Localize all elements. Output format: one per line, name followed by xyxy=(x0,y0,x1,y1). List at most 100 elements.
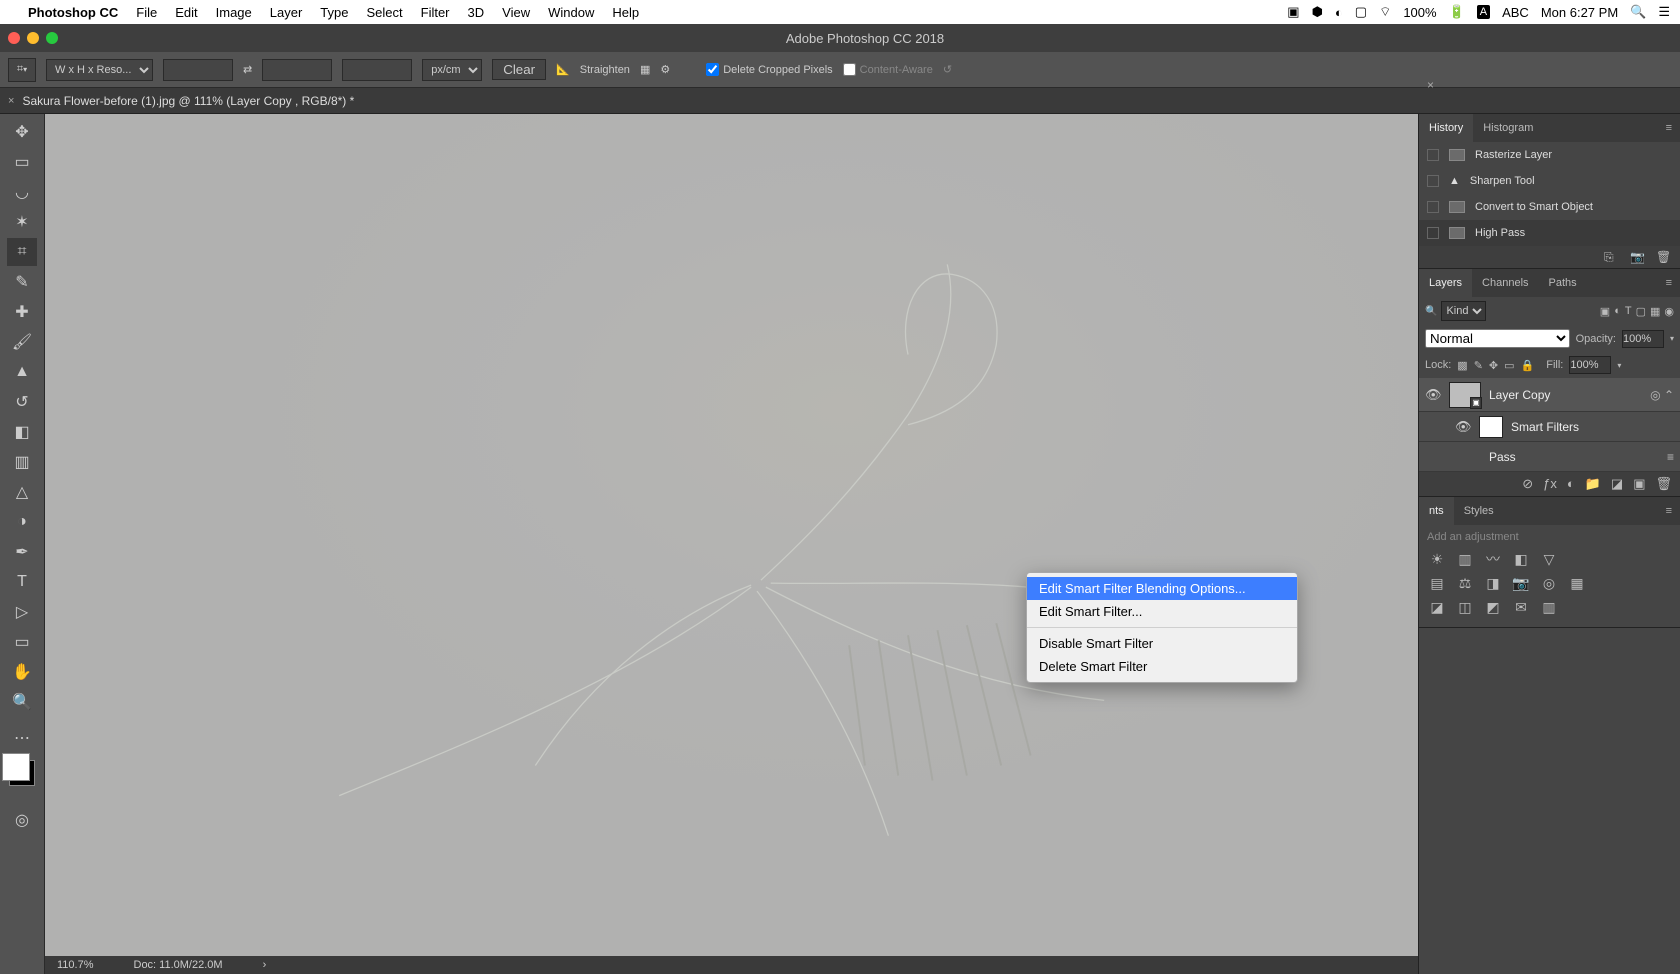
layer-row[interactable]: 👁 ▣ Layer Copy ◎ ⌃ xyxy=(1419,378,1680,412)
crop-options-icon[interactable]: ⚙ xyxy=(660,63,670,76)
zoom-level[interactable]: 110.7% xyxy=(57,959,94,971)
menu-view[interactable]: View xyxy=(502,5,530,20)
pen-tool[interactable]: ✒ xyxy=(7,538,37,566)
layer-thumbnail[interactable]: ▣ xyxy=(1449,382,1481,408)
threshold-icon[interactable]: ◩ xyxy=(1483,597,1503,617)
selective-color-icon[interactable]: ▥ xyxy=(1539,597,1559,617)
menu-help[interactable]: Help xyxy=(612,5,639,20)
hue-icon[interactable]: ▤ xyxy=(1427,573,1447,593)
layer-name[interactable]: Layer Copy xyxy=(1489,388,1550,402)
link-layers-icon[interactable]: ⊘ xyxy=(1522,476,1533,492)
crop-width-input[interactable] xyxy=(163,59,233,81)
creative-cloud-icon[interactable]: ◐ xyxy=(1335,5,1343,20)
invert-icon[interactable]: ◪ xyxy=(1427,597,1447,617)
color-balance-icon[interactable]: ⚖ xyxy=(1455,573,1475,593)
delete-state-icon[interactable]: 🗑 xyxy=(1656,250,1672,264)
crop-height-input[interactable] xyxy=(262,59,332,81)
clock[interactable]: Mon 6:27 PM xyxy=(1541,5,1618,20)
new-layer-icon[interactable]: ▣ xyxy=(1633,476,1645,492)
menu-image[interactable]: Image xyxy=(216,5,252,20)
menu-edit-blending-options[interactable]: Edit Smart Filter Blending Options... xyxy=(1027,577,1297,600)
filter-blending-icon[interactable]: ≡ xyxy=(1667,450,1674,464)
filter-toggle-icon[interactable]: ◉ xyxy=(1664,305,1674,318)
close-tab-icon[interactable]: × xyxy=(8,95,14,107)
canvas-area[interactable] xyxy=(45,114,1418,956)
tab-histogram[interactable]: Histogram xyxy=(1473,114,1543,142)
rectangle-tool[interactable]: ▭ xyxy=(7,628,37,656)
straighten-label[interactable]: Straighten xyxy=(580,64,630,76)
bw-icon[interactable]: ◨ xyxy=(1483,573,1503,593)
menu-file[interactable]: File xyxy=(136,5,157,20)
new-adjust-layer-icon[interactable]: ◪ xyxy=(1611,476,1623,492)
spotlight-icon[interactable]: 🔍 xyxy=(1630,4,1646,20)
filter-mask-thumbnail[interactable] xyxy=(1479,416,1503,438)
minimize-window-button[interactable] xyxy=(27,32,39,44)
smart-filter-item[interactable]: Pass ≡ xyxy=(1419,442,1680,472)
menu-edit-smart-filter[interactable]: Edit Smart Filter... xyxy=(1027,600,1297,623)
menu-layer[interactable]: Layer xyxy=(270,5,303,20)
menu-type[interactable]: Type xyxy=(320,5,348,20)
type-tool[interactable]: T xyxy=(7,568,37,596)
dropbox-icon[interactable]: ⬢ xyxy=(1312,4,1323,20)
clone-stamp-tool[interactable]: ▲ xyxy=(7,358,37,386)
move-tool[interactable]: ✥ xyxy=(7,118,37,146)
panel-group-close-icon[interactable]: × xyxy=(1427,78,1434,92)
edit-toolbar-icon[interactable]: ⋯ xyxy=(7,724,37,752)
tab-history[interactable]: History xyxy=(1419,114,1473,142)
doc-size[interactable]: Doc: 11.0M/22.0M xyxy=(134,959,223,971)
list-icon[interactable]: ☰ xyxy=(1658,4,1670,20)
eraser-tool[interactable]: ◧ xyxy=(7,418,37,446)
tab-layers[interactable]: Layers xyxy=(1419,269,1472,297)
resolution-unit-select[interactable]: px/cm xyxy=(422,59,482,81)
reset-crop-icon[interactable]: ↺ xyxy=(943,63,952,76)
aspect-ratio-preset[interactable]: W x H x Reso... xyxy=(46,59,153,81)
brightness-icon[interactable]: ☀ xyxy=(1427,549,1447,569)
tab-paths[interactable]: Paths xyxy=(1539,269,1587,297)
crop-resolution-input[interactable] xyxy=(342,59,412,81)
vibrance-icon[interactable]: ▽ xyxy=(1539,549,1559,569)
filter-visibility-icon[interactable]: 👁 xyxy=(1455,419,1471,435)
color-lookup-icon[interactable]: ▦ xyxy=(1567,573,1587,593)
gradient-map-icon[interactable]: ✉ xyxy=(1511,597,1531,617)
gradient-tool[interactable]: ▥ xyxy=(7,448,37,476)
tab-channels[interactable]: Channels xyxy=(1472,269,1538,297)
lock-all-icon[interactable]: 🔒 xyxy=(1521,359,1535,372)
path-select-tool[interactable]: ▷ xyxy=(7,598,37,626)
tab-adjustments[interactable]: nts xyxy=(1419,497,1454,525)
foreground-background-swatch[interactable] xyxy=(9,760,35,786)
layer-style-icon[interactable]: ƒx xyxy=(1543,476,1557,492)
app-name[interactable]: Photoshop CC xyxy=(28,5,118,20)
panel-menu-icon[interactable]: ≡ xyxy=(1658,505,1680,517)
document-tab[interactable]: × Sakura Flower-before (1).jpg @ 111% (L… xyxy=(8,94,354,108)
opacity-input[interactable] xyxy=(1622,330,1664,348)
snapshot-icon[interactable]: 📷 xyxy=(1630,250,1646,264)
history-item[interactable]: ▲Sharpen Tool xyxy=(1419,168,1680,194)
overlay-options-icon[interactable]: ▦ xyxy=(640,63,650,76)
status-flyout-icon[interactable]: › xyxy=(263,959,267,971)
hand-tool[interactable]: ✋ xyxy=(7,658,37,686)
history-item[interactable]: Rasterize Layer xyxy=(1419,142,1680,168)
battery-percent[interactable]: 100% xyxy=(1403,5,1436,20)
swap-dimensions-icon[interactable]: ⇄ xyxy=(243,63,252,76)
zoom-window-button[interactable] xyxy=(46,32,58,44)
straighten-icon[interactable]: 📐 xyxy=(556,63,570,76)
exposure-icon[interactable]: ◧ xyxy=(1511,549,1531,569)
lock-paint-icon[interactable]: ✎ xyxy=(1474,359,1483,372)
new-group-icon[interactable]: 📁 xyxy=(1585,476,1601,492)
menu-delete-smart-filter[interactable]: Delete Smart Filter xyxy=(1027,655,1297,678)
wifi-icon[interactable]: ⌔ xyxy=(1379,4,1391,20)
battery-icon[interactable]: 🔋 xyxy=(1449,4,1465,20)
photo-filter-icon[interactable]: 📷 xyxy=(1511,573,1531,593)
quick-mask-icon[interactable]: ◎ xyxy=(7,806,37,834)
input-source-badge[interactable]: A xyxy=(1477,5,1490,19)
channel-mixer-icon[interactable]: ◎ xyxy=(1539,573,1559,593)
curves-icon[interactable]: 〰 xyxy=(1483,549,1503,569)
panel-menu-icon[interactable]: ≡ xyxy=(1658,277,1680,289)
eyedropper-tool[interactable]: ✎ xyxy=(7,268,37,296)
levels-icon[interactable]: ▥ xyxy=(1455,549,1475,569)
posterize-icon[interactable]: ◫ xyxy=(1455,597,1475,617)
lasso-tool[interactable]: ◡ xyxy=(7,178,37,206)
blur-tool[interactable]: △ xyxy=(7,478,37,506)
blend-mode-select[interactable]: Normal xyxy=(1425,329,1570,348)
delete-layer-icon[interactable]: 🗑 xyxy=(1655,476,1672,492)
